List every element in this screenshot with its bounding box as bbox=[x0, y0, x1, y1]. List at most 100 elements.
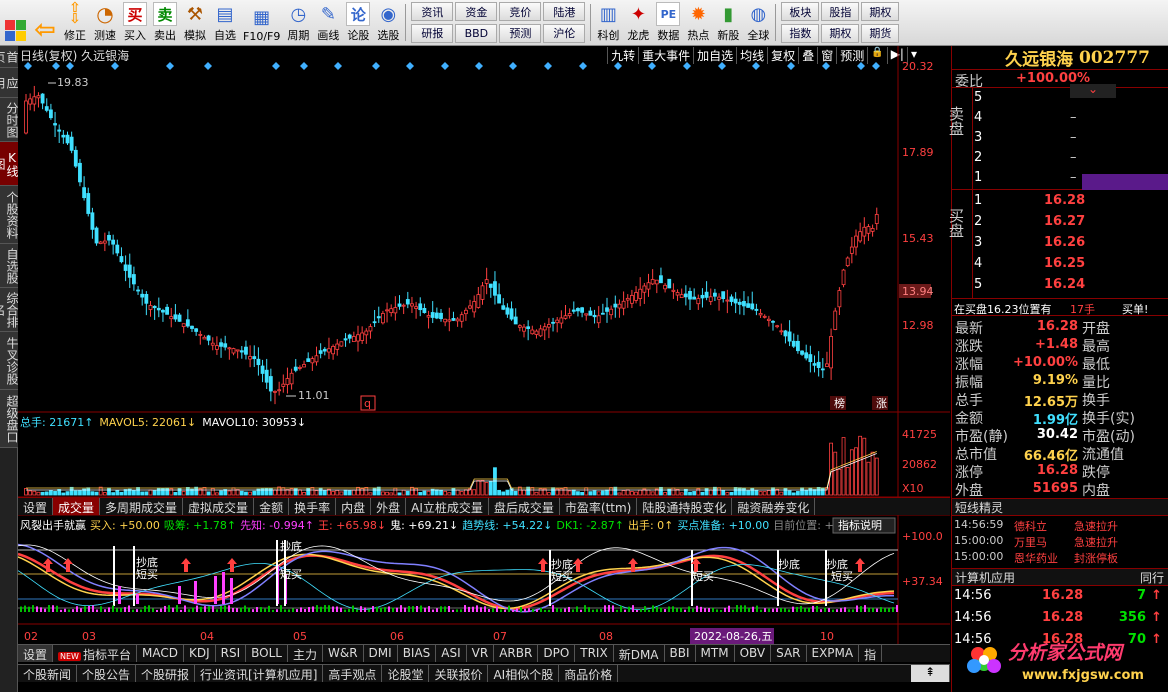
news-tab[interactable]: 商品价格 bbox=[559, 665, 619, 682]
side-tab[interactable]: 超级盘口 bbox=[0, 390, 19, 448]
indicator-tab[interactable]: RSI bbox=[216, 645, 247, 662]
indicator-tab[interactable]: W&R bbox=[323, 645, 364, 662]
indicator-tab[interactable]: 主力 bbox=[288, 645, 323, 662]
news-tab[interactable]: 高手观点 bbox=[323, 665, 383, 682]
indicator-tab[interactable]: 新DMA bbox=[614, 645, 665, 662]
volume-indicator-tab[interactable]: 盘后成交量 bbox=[489, 498, 560, 515]
news-tab[interactable]: 个股新闻 bbox=[18, 665, 78, 682]
f10-button[interactable]: ▦ F10/F9 bbox=[240, 0, 283, 45]
hammer-button[interactable]: ⚒ 模拟 bbox=[180, 0, 210, 45]
news-tab[interactable]: 关联报价 bbox=[429, 665, 489, 682]
speed-button[interactable]: ◔ 测速 bbox=[90, 0, 120, 45]
indicator-tab[interactable]: ARBR bbox=[494, 645, 539, 662]
industry-title-row[interactable]: 计算机应用 同行 bbox=[952, 568, 1168, 586]
indicator-tab[interactable]: ASI bbox=[436, 645, 467, 662]
toolbar-grid-button[interactable]: 竞价 bbox=[499, 2, 542, 21]
new-stock-button[interactable]: ▮ 新股 bbox=[713, 0, 743, 45]
toolbar-grid-button[interactable]: 指数 bbox=[781, 23, 820, 43]
kechuang-button[interactable]: ▥ 科创 bbox=[593, 0, 623, 45]
pe-button[interactable]: PE 数据 bbox=[653, 0, 683, 45]
volume-indicator-tab[interactable]: 多周期成交量 bbox=[100, 498, 184, 515]
indicator-tab[interactable]: VR bbox=[467, 645, 495, 662]
news-tab[interactable]: 行业资讯[计算机应用] bbox=[195, 665, 324, 682]
short-elf-row[interactable]: 14:56:59 德科立 急速拉升 bbox=[952, 518, 1168, 534]
side-tab[interactable]: 首页 bbox=[0, 46, 19, 68]
volume-indicator-tab[interactable]: 设置 bbox=[18, 498, 54, 515]
volume-indicator-tab[interactable]: 内盘 bbox=[336, 498, 372, 515]
indicator-tab[interactable]: 设置 bbox=[18, 645, 54, 662]
short-elf-title[interactable]: 短线精灵 bbox=[952, 498, 1168, 516]
watchlist-button[interactable]: ▤ 自选 bbox=[210, 0, 240, 45]
toolbar-grid-button[interactable]: 板块 bbox=[781, 2, 820, 21]
side-tab[interactable]: 自选股 bbox=[0, 244, 19, 288]
news-tab[interactable]: 个股公告 bbox=[77, 665, 137, 682]
discuss-button[interactable]: 论论股 bbox=[343, 0, 373, 45]
indicator-tab[interactable]: MACD bbox=[137, 645, 184, 662]
news-tab[interactable]: AI相似个股 bbox=[488, 665, 560, 682]
buy-price[interactable]: 16.28 bbox=[1044, 193, 1085, 208]
indicator-tab[interactable]: 指 bbox=[859, 645, 883, 662]
toolbar-grid-button[interactable]: 沪伦 bbox=[543, 23, 586, 43]
buy-price[interactable]: 16.26 bbox=[1044, 235, 1085, 250]
volume-indicator-tab[interactable]: 陆股通持股变化 bbox=[637, 498, 733, 515]
stock-pick-button[interactable]: ◉ 选股 bbox=[373, 0, 403, 45]
news-tab[interactable]: 论股堂 bbox=[382, 665, 430, 682]
indicator-tab[interactable]: DPO bbox=[538, 645, 576, 662]
volume-indicator-tab[interactable]: 金额 bbox=[254, 498, 290, 515]
short-elf-row[interactable]: 15:00:00 万里马 急速拉升 bbox=[952, 534, 1168, 550]
indicator-tab[interactable]: BOLL bbox=[246, 645, 288, 662]
toolbar-grid-button[interactable]: 陆港 bbox=[543, 2, 586, 21]
side-tab[interactable]: K线图 bbox=[0, 142, 19, 186]
indicator-tab[interactable]: SAR bbox=[771, 645, 807, 662]
hot-button[interactable]: ✹ 热点 bbox=[683, 0, 713, 45]
toolbar-grid-button[interactable]: 预测 bbox=[499, 23, 542, 43]
short-elf-row[interactable]: 15:00:00 恩华药业 封涨停板 bbox=[952, 550, 1168, 566]
buy-price[interactable]: 16.25 bbox=[1044, 256, 1085, 271]
news-tab[interactable]: 个股研报 bbox=[136, 665, 196, 682]
indicator-tab[interactable]: EXPMA bbox=[807, 645, 860, 662]
side-tab[interactable]: 牛叉诊股 bbox=[0, 332, 19, 390]
volume-indicator-tab[interactable]: 融资融券变化 bbox=[732, 498, 816, 515]
side-tab[interactable]: 分时图 bbox=[0, 98, 19, 142]
buy-button[interactable]: 买买入 bbox=[120, 0, 150, 45]
volume-indicator-tab[interactable]: 成交量 bbox=[53, 498, 101, 515]
sell-button[interactable]: 卖卖出 bbox=[150, 0, 180, 45]
volume-indicator-tab[interactable]: 虚拟成交量 bbox=[183, 498, 255, 515]
pencil-button[interactable]: ✎ 画线 bbox=[313, 0, 343, 45]
chart-area[interactable]: 日线(复权) 久远银海 九转 重大事件 加自选 均线 复权叠窗预测 🔒 ▶| ▾ 20.32 1… bbox=[18, 46, 950, 660]
buy-price[interactable]: 16.24 bbox=[1044, 277, 1085, 292]
indicator-tab[interactable]: KDJ bbox=[184, 645, 216, 662]
up-down-arrow-button[interactable]: ⇧ ⇩ 修正 bbox=[60, 0, 90, 45]
side-tab[interactable]: 个股资料 bbox=[0, 186, 19, 244]
indicator-tab[interactable]: MTM bbox=[696, 645, 735, 662]
windows-button[interactable] bbox=[0, 0, 30, 45]
indicator-tab[interactable]: BIAS bbox=[398, 645, 437, 662]
side-tab[interactable]: 综合排名 bbox=[0, 288, 19, 332]
back-arrow-button[interactable]: ⇦ bbox=[30, 0, 60, 45]
globe-button[interactable]: ◍ 全球 bbox=[743, 0, 773, 45]
indicator-tab[interactable]: NEW 指标平台 bbox=[53, 645, 137, 662]
side-tab[interactable]: 应用 bbox=[0, 68, 19, 98]
candle-body bbox=[264, 369, 269, 383]
kline-chart[interactable]: 20.32 17.89 15.43 12.98 13.94 19.83 11.01 q 榜 涨总手… bbox=[18, 46, 950, 660]
toolbar-grid-button[interactable]: 资金 bbox=[455, 2, 498, 21]
indicator-tab[interactable]: OBV bbox=[735, 645, 772, 662]
volume-indicator-tab[interactable]: 换手率 bbox=[289, 498, 337, 515]
toolbar-grid-button[interactable]: 期权 bbox=[861, 2, 900, 21]
toolbar-grid-button[interactable]: 股指 bbox=[821, 2, 860, 21]
scroll-top-icon[interactable]: ⇞ bbox=[910, 665, 950, 682]
toolbar-grid-button[interactable]: 期权 bbox=[821, 23, 860, 43]
toolbar-grid-button[interactable]: 研报 bbox=[411, 23, 454, 43]
dragon-button[interactable]: ✦ 龙虎 bbox=[623, 0, 653, 45]
indicator-tab[interactable]: TRIX bbox=[575, 645, 614, 662]
cycle-button[interactable]: ◷ 周期 bbox=[283, 0, 313, 45]
indicator-tab[interactable]: BBI bbox=[665, 645, 696, 662]
buy-price[interactable]: 16.27 bbox=[1044, 214, 1085, 229]
indicator-tab[interactable]: DMI bbox=[364, 645, 398, 662]
toolbar-grid-button[interactable]: 资讯 bbox=[411, 2, 454, 21]
volume-indicator-tab[interactable]: AI立桩成交量 bbox=[406, 498, 489, 515]
toolbar-grid-button[interactable]: BBD bbox=[455, 23, 498, 43]
volume-indicator-tab[interactable]: 外盘 bbox=[371, 498, 407, 515]
volume-indicator-tab[interactable]: 市盈率(ttm) bbox=[560, 498, 638, 515]
toolbar-grid-button[interactable]: 期货 bbox=[861, 23, 900, 43]
